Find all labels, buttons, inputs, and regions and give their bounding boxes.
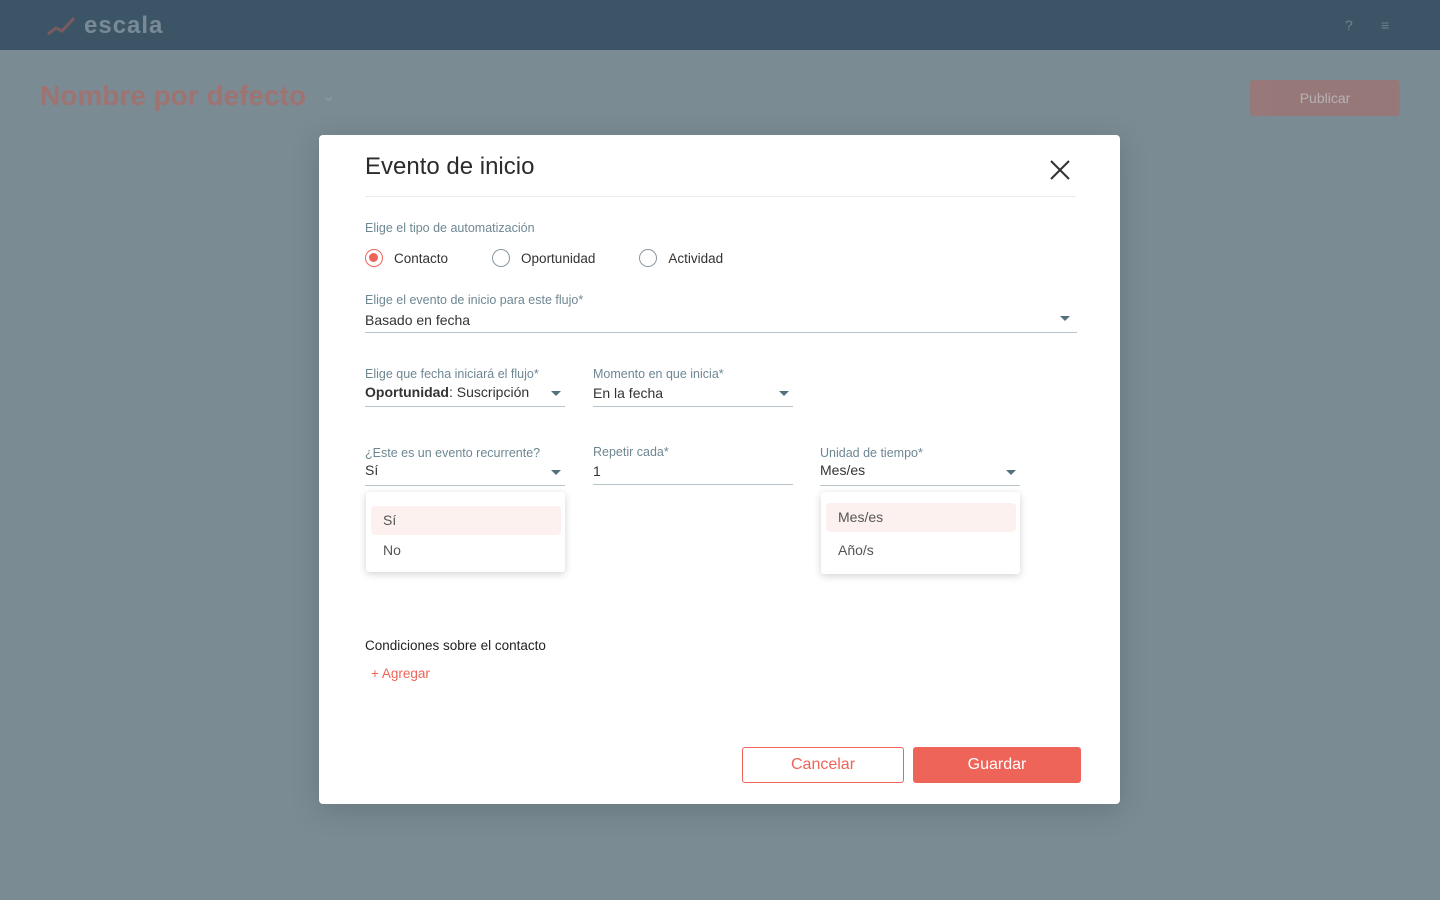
- caret-down-icon: [1060, 316, 1070, 321]
- time-unit-select[interactable]: Mes/es: [820, 462, 1020, 486]
- app-header: escala ? ≡: [0, 0, 1440, 50]
- dropdown-option-si[interactable]: Sí: [371, 506, 561, 535]
- radio-label: Oportunidad: [521, 250, 596, 266]
- caret-down-icon: [551, 470, 561, 475]
- start-moment-select[interactable]: En la fecha: [593, 384, 793, 407]
- radio-unchecked-icon: [492, 249, 511, 267]
- radio-oportunidad[interactable]: Oportunidad: [492, 249, 595, 267]
- background-page-title: Nombre por defecto ⌄: [40, 80, 335, 112]
- app-logo: escala: [46, 12, 163, 40]
- logo-chart-icon: [47, 16, 76, 36]
- edit-chevron-icon: ⌄: [322, 88, 336, 105]
- start-event-value: Basado en fecha: [365, 312, 471, 328]
- repeat-every-label: Repetir cada*: [593, 445, 669, 459]
- repeat-every-value: 1: [593, 463, 601, 479]
- start-date-entity: Oportunidad: [365, 384, 449, 400]
- radio-actividad[interactable]: Actividad: [639, 249, 723, 267]
- dropdown-option-mes[interactable]: Mes/es: [826, 503, 1016, 532]
- radio-unchecked-icon: [639, 249, 658, 267]
- help-icon[interactable]: ?: [1345, 18, 1359, 32]
- start-date-field: : Suscripción: [449, 384, 530, 400]
- caret-down-icon: [779, 391, 789, 396]
- recurrent-select[interactable]: Sí: [365, 462, 565, 486]
- caret-down-icon: [551, 391, 561, 396]
- time-unit-dropdown: Mes/es Año/s: [821, 492, 1020, 574]
- close-icon[interactable]: [1047, 157, 1073, 183]
- start-date-value: Oportunidad: Suscripción: [365, 384, 529, 400]
- modal-title: Evento de inicio: [365, 153, 535, 180]
- time-unit-label: Unidad de tiempo*: [820, 446, 923, 460]
- logo-text: escala: [84, 12, 164, 39]
- conditions-title: Condiciones sobre el contacto: [365, 638, 546, 653]
- caret-down-icon: [1006, 470, 1016, 475]
- recurrent-value: Sí: [365, 462, 379, 478]
- radio-checked-icon: [365, 249, 383, 267]
- recurrent-label: ¿Este es un evento recurrente?: [365, 446, 541, 460]
- start-moment-label: Momento en que inicia*: [593, 367, 724, 381]
- start-event-select[interactable]: Basado en fecha: [365, 310, 1077, 333]
- radio-contacto[interactable]: Contacto: [365, 249, 448, 267]
- start-date-label: Elige que fecha iniciará el flujo*: [365, 367, 539, 381]
- cancel-button[interactable]: Cancelar: [742, 747, 904, 783]
- radio-label: Actividad: [668, 250, 724, 266]
- automation-type-radio-group: Contacto Oportunidad Actividad: [365, 249, 767, 267]
- page-title-text: Nombre por defecto: [40, 80, 307, 111]
- publish-button[interactable]: Publicar: [1250, 80, 1400, 116]
- start-moment-value: En la fecha: [593, 385, 664, 401]
- radio-label: Contacto: [394, 250, 449, 266]
- start-event-modal: Evento de inicio Elige el tipo de automa…: [319, 135, 1120, 804]
- save-button[interactable]: Guardar: [913, 747, 1081, 783]
- automation-type-label: Elige el tipo de automatización: [365, 221, 535, 235]
- start-event-label: Elige el evento de inicio para este fluj…: [365, 293, 584, 307]
- title-divider: [365, 196, 1076, 197]
- add-condition-link[interactable]: + Agregar: [371, 666, 430, 681]
- dropdown-option-ano[interactable]: Año/s: [826, 536, 1016, 565]
- repeat-every-input[interactable]: 1: [593, 462, 793, 485]
- user-menu-icon[interactable]: ≡: [1381, 18, 1395, 32]
- start-date-select[interactable]: Oportunidad: Suscripción: [365, 384, 565, 407]
- recurrent-dropdown: Sí No: [366, 492, 565, 572]
- dropdown-option-no[interactable]: No: [371, 536, 561, 565]
- time-unit-value: Mes/es: [820, 462, 866, 478]
